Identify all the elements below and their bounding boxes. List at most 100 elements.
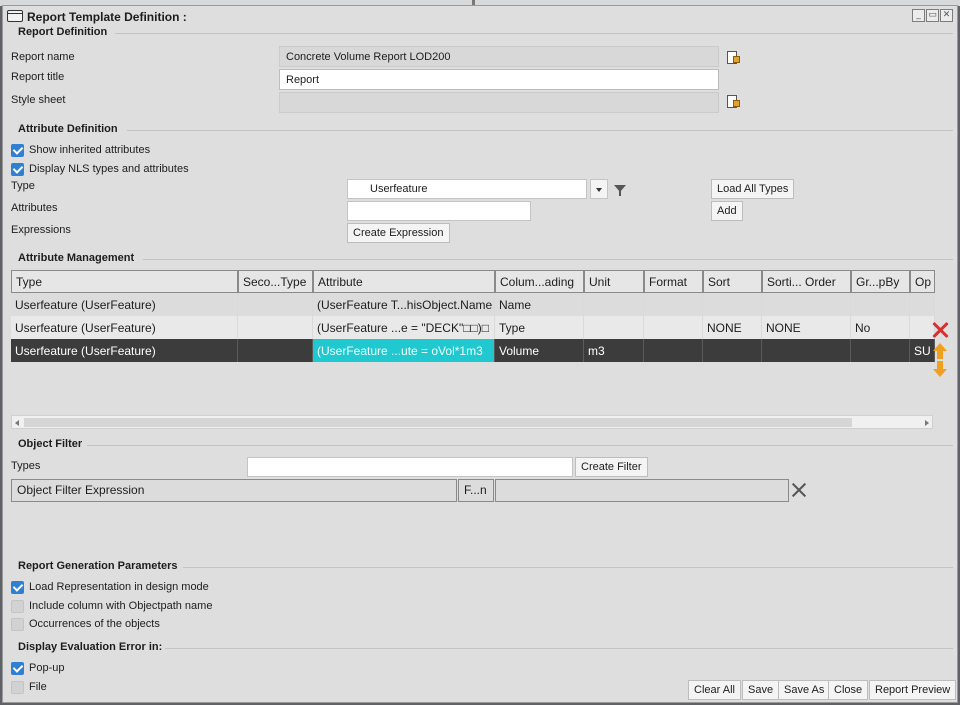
title-bar[interactable]: Report Template Definition : _ ▭ ✕: [3, 6, 957, 26]
type-combo[interactable]: Userfeature: [347, 179, 587, 199]
show-inherited-checkbox[interactable]: [11, 144, 24, 157]
cell-group-by[interactable]: [851, 339, 910, 362]
display-nls-label: Display NLS types and attributes: [29, 163, 189, 175]
cell-sorting-order[interactable]: [762, 339, 851, 362]
column-header-attribute[interactable]: Attribute: [313, 270, 495, 293]
browse-stylesheet-icon[interactable]: [726, 95, 740, 109]
scroll-left-icon[interactable]: [15, 420, 19, 426]
delete-row-icon[interactable]: [931, 321, 949, 339]
cell-operation[interactable]: [910, 293, 935, 316]
cell-column-heading[interactable]: Name: [495, 293, 584, 316]
report-title-label: Report title: [11, 71, 65, 83]
include-column-label: Include column with Objectpath name: [29, 600, 213, 612]
scrollbar-thumb[interactable]: [24, 418, 852, 427]
table-horizontal-scrollbar[interactable]: [11, 415, 933, 429]
cell-unit[interactable]: [584, 316, 644, 339]
popup-checkbox[interactable]: [11, 662, 24, 675]
function-header[interactable]: F...n: [458, 479, 494, 502]
column-header-sorting-order[interactable]: Sorti... Order: [762, 270, 851, 293]
create-expression-button[interactable]: Create Expression: [347, 223, 450, 243]
include-column-checkbox[interactable]: [11, 600, 24, 613]
add-button[interactable]: Add: [711, 201, 743, 221]
object-filter-title: Object Filter: [18, 438, 83, 450]
stylesheet-field[interactable]: [279, 92, 719, 113]
restore-icon[interactable]: ▭: [926, 9, 939, 22]
column-header-second-type[interactable]: Seco...Type: [238, 270, 313, 293]
cell-type[interactable]: Userfeature (UserFeature): [11, 339, 238, 362]
display-nls-checkbox[interactable]: [11, 163, 24, 176]
table-header-row: Type Seco...Type Attribute Colum...ading…: [11, 270, 935, 293]
cell-attribute[interactable]: (UserFeature ...e = "DECK"□□)□: [313, 316, 495, 339]
load-all-types-button[interactable]: Load All Types: [711, 179, 795, 199]
cell-sort[interactable]: NONE: [703, 316, 762, 339]
occurrences-label: Occurrences of the objects: [29, 618, 160, 630]
cell-unit[interactable]: m3: [584, 339, 644, 362]
table-row[interactable]: Userfeature (UserFeature) (UserFeature T…: [11, 293, 935, 316]
popup-label: Pop-up: [29, 662, 65, 674]
window-controls: _ ▭ ✕: [912, 9, 953, 22]
load-representation-label: Load Representation in design mode: [29, 581, 209, 593]
create-filter-button[interactable]: Create Filter: [575, 457, 648, 477]
cell-type[interactable]: Userfeature (UserFeature): [11, 316, 238, 339]
cell-format[interactable]: [644, 316, 703, 339]
attributes-combo[interactable]: [347, 201, 531, 221]
column-header-operation[interactable]: Op: [910, 270, 935, 293]
type-dropdown-button[interactable]: [590, 179, 608, 199]
column-header-format[interactable]: Format: [644, 270, 703, 293]
column-header-column-heading[interactable]: Colum...ading: [495, 270, 584, 293]
cell-second-type[interactable]: [238, 339, 313, 362]
cell-group-by[interactable]: No: [851, 316, 910, 339]
cell-type[interactable]: Userfeature (UserFeature): [11, 293, 238, 316]
save-button[interactable]: Save: [742, 680, 780, 700]
cell-attribute-focused[interactable]: (UserFeature ...ute = oVol*1m3: [313, 339, 495, 362]
cell-sorting-order[interactable]: NONE: [762, 316, 851, 339]
save-as-button[interactable]: Save As: [778, 680, 831, 700]
expressions-label: Expressions: [11, 224, 71, 236]
report-title-field[interactable]: Report: [279, 69, 719, 90]
minimize-icon[interactable]: _: [912, 9, 925, 22]
cell-format[interactable]: [644, 339, 703, 362]
load-representation-checkbox[interactable]: [11, 581, 24, 594]
file-label: File: [29, 681, 47, 693]
cell-attribute[interactable]: (UserFeature T...hisObject.Name: [313, 293, 495, 316]
cell-column-heading[interactable]: Type: [495, 316, 584, 339]
report-preview-button[interactable]: Report Preview: [869, 680, 957, 700]
occurrences-checkbox[interactable]: [11, 618, 24, 631]
browse-report-icon[interactable]: [726, 51, 740, 65]
object-filter-expression-header[interactable]: Object Filter Expression: [11, 479, 457, 502]
cell-second-type[interactable]: [238, 293, 313, 316]
column-header-type[interactable]: Type: [11, 270, 238, 293]
clear-filter-icon[interactable]: [791, 482, 807, 498]
cell-sort[interactable]: [703, 339, 762, 362]
close-button[interactable]: Close: [828, 680, 869, 700]
cell-second-type[interactable]: [238, 316, 313, 339]
cell-format[interactable]: [644, 293, 703, 316]
scroll-right-icon[interactable]: [925, 420, 929, 426]
filter-types-combo[interactable]: [247, 457, 573, 477]
column-header-sort[interactable]: Sort: [703, 270, 762, 293]
move-up-icon[interactable]: [933, 343, 947, 359]
cell-unit[interactable]: [584, 293, 644, 316]
report-name-field[interactable]: Concrete Volume Report LOD200: [279, 46, 719, 67]
cell-column-heading[interactable]: Volume: [495, 339, 584, 362]
column-header-unit[interactable]: Unit: [584, 270, 644, 293]
filter-icon[interactable]: [614, 185, 626, 196]
dialog-title: Report Template Definition :: [27, 10, 187, 24]
column-header-group-by[interactable]: Gr...pBy: [851, 270, 910, 293]
close-icon[interactable]: ✕: [940, 9, 953, 22]
filter-value-header[interactable]: [495, 479, 789, 502]
move-down-icon[interactable]: [933, 361, 947, 377]
attributes-label: Attributes: [11, 202, 58, 214]
clear-all-button[interactable]: Clear All: [688, 680, 741, 700]
file-checkbox[interactable]: [11, 681, 24, 694]
section-divider: [143, 259, 953, 260]
cell-group-by[interactable]: [851, 293, 910, 316]
stylesheet-label: Style sheet: [11, 94, 66, 106]
cell-sort[interactable]: [703, 293, 762, 316]
type-label: Type: [11, 180, 35, 192]
table-row-selected[interactable]: Userfeature (UserFeature) (UserFeature .…: [11, 339, 935, 362]
cell-sorting-order[interactable]: [762, 293, 851, 316]
window-icon: [7, 10, 23, 22]
cell-operation[interactable]: SU: [910, 339, 935, 362]
table-row[interactable]: Userfeature (UserFeature) (UserFeature .…: [11, 316, 935, 339]
